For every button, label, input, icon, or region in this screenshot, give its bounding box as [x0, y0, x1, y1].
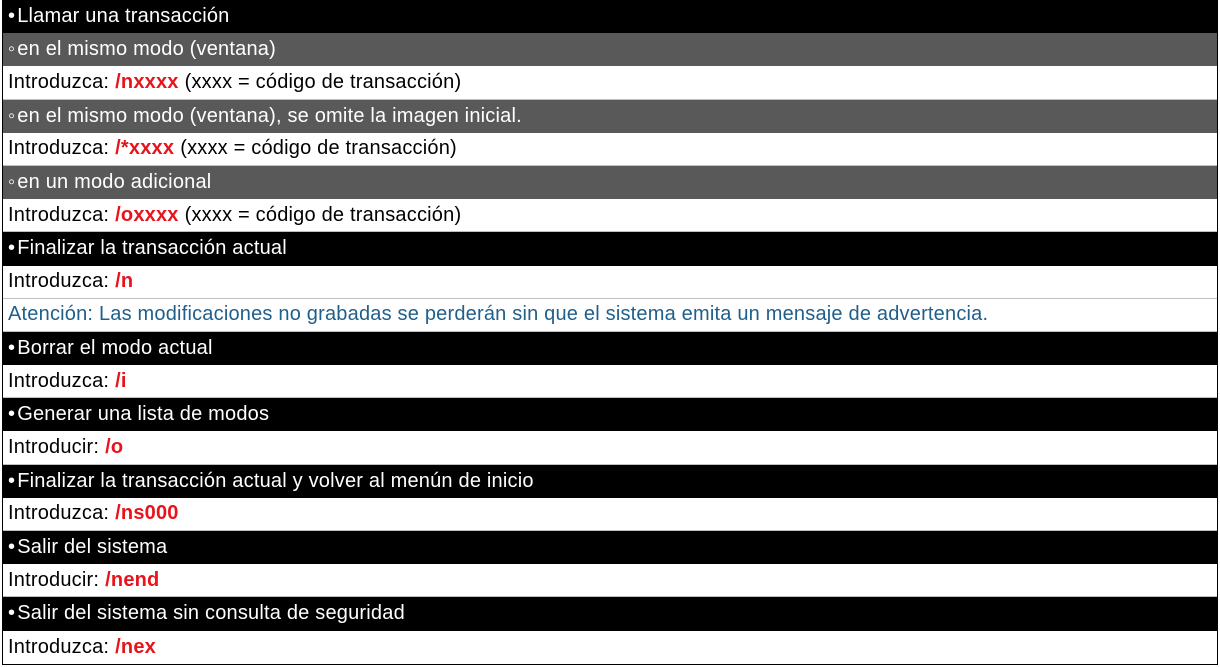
subheading-row: ◦ en un modo adicional: [3, 165, 1217, 200]
heading-row: • Salir del sistema: [3, 531, 1217, 565]
heading-text: Salir del sistema sin consulta de seguri…: [17, 602, 405, 625]
instruction-suffix: (xxxx = código de transacción): [180, 137, 457, 160]
bullet-icon: •: [8, 536, 16, 559]
instruction-row: Introduzca: /oxxxx (xxxx = código de tra…: [3, 199, 1217, 233]
warning-note-text: Atención: Las modificaciones no grabadas…: [8, 303, 989, 326]
command-code: /ns000: [115, 502, 179, 525]
heading-text: Finalizar la transacción actual y volver…: [17, 469, 534, 492]
instruction-label: Introduzca:: [8, 70, 110, 93]
warning-note-row: Atención: Las modificaciones no grabadas…: [3, 298, 1217, 332]
heading-row: • Finalizar la transacción actual y volv…: [3, 464, 1217, 498]
heading-row: • Salir del sistema sin consulta de segu…: [3, 597, 1217, 631]
instruction-row: Introduzca: /*xxxx (xxxx = código de tra…: [3, 132, 1217, 166]
bullet-icon: •: [8, 5, 16, 28]
command-code: /nex: [115, 635, 156, 658]
sub-bullet-icon: ◦: [8, 38, 16, 61]
heading-text: Borrar el modo actual: [17, 336, 213, 359]
instruction-row: Introduzca: /ns000: [3, 497, 1217, 531]
instruction-row: Introduzca: /n: [3, 265, 1217, 299]
instruction-row: Introducir: /nend: [3, 564, 1217, 598]
heading-text: Generar una lista de modos: [17, 403, 270, 426]
bullet-icon: •: [8, 469, 16, 492]
command-code: /i: [115, 369, 127, 392]
bullet-icon: •: [8, 403, 16, 426]
instruction-label: Introduzca:: [8, 203, 110, 226]
command-code: /*xxxx: [115, 137, 175, 160]
instruction-label: Introducir:: [8, 568, 100, 591]
instruction-row: Introduzca: /nxxxx (xxxx = código de tra…: [3, 66, 1217, 100]
heading-text: Llamar una transacción: [17, 5, 230, 28]
instruction-label: Introduzca:: [8, 369, 110, 392]
sub-bullet-icon: ◦: [8, 171, 16, 194]
instruction-label: Introduzca:: [8, 502, 110, 525]
command-code: /n: [115, 270, 134, 293]
bullet-icon: •: [8, 237, 16, 260]
heading-row: • Generar una lista de modos: [3, 398, 1217, 432]
instruction-row: Introducir: /o: [3, 431, 1217, 465]
command-code: /o: [105, 436, 124, 459]
command-code: /oxxxx: [115, 203, 179, 226]
instruction-suffix: (xxxx = código de transacción): [184, 203, 462, 226]
instruction-label: Introducir:: [8, 436, 100, 459]
subheading-text: en el mismo modo (ventana): [17, 38, 276, 61]
sub-bullet-icon: ◦: [8, 104, 16, 127]
subheading-row: ◦ en el mismo modo (ventana): [3, 33, 1217, 67]
instruction-label: Introduzca:: [8, 137, 110, 160]
bullet-icon: •: [8, 336, 16, 359]
command-code: /nxxxx: [115, 70, 179, 93]
heading-row: • Finalizar la transacción actual: [3, 232, 1217, 266]
instruction-row: Introduzca: /i: [3, 365, 1217, 399]
subheading-row: ◦ en el mismo modo (ventana), se omite l…: [3, 99, 1217, 133]
subheading-text: en un modo adicional: [17, 171, 212, 194]
instruction-row: Introduzca: /nex: [3, 630, 1217, 664]
heading-text: Finalizar la transacción actual: [17, 237, 287, 260]
instruction-suffix: (xxxx = código de transacción): [184, 70, 462, 93]
heading-text: Salir del sistema: [17, 536, 168, 559]
instruction-label: Introduzca:: [8, 635, 110, 658]
instruction-label: Introduzca:: [8, 270, 110, 293]
command-reference-table: • Llamar una transacción ◦ en el mismo m…: [2, 0, 1218, 665]
heading-row: • Llamar una transacción: [3, 0, 1217, 34]
bullet-icon: •: [8, 602, 16, 625]
command-code: /nend: [105, 568, 160, 591]
subheading-text: en el mismo modo (ventana), se omite la …: [17, 104, 522, 127]
heading-row: • Borrar el modo actual: [3, 331, 1217, 366]
